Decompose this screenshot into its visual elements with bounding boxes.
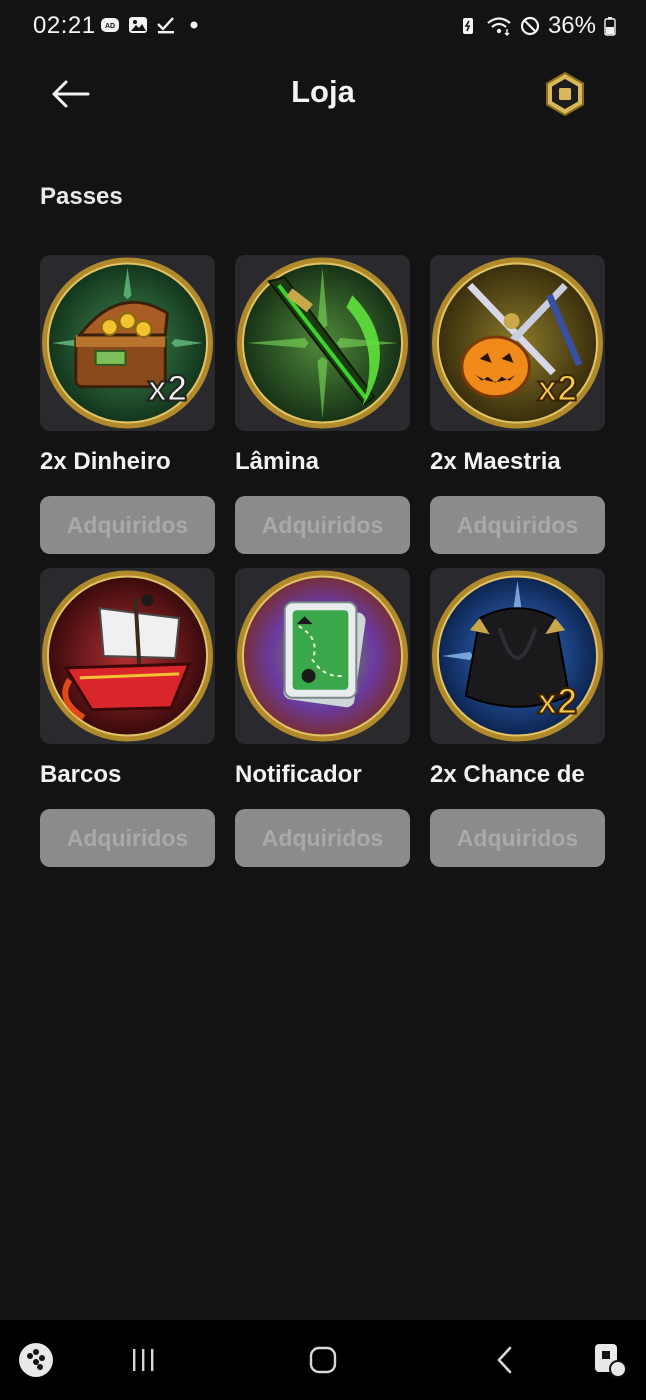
svg-text:x2: x2 — [537, 682, 577, 722]
pass-thumbnail[interactable] — [235, 568, 410, 744]
pass-thumbnail[interactable]: x2 — [40, 255, 215, 431]
recent-apps-icon — [133, 1349, 154, 1371]
svg-text:x2: x2 — [147, 369, 187, 409]
battery-saver-icon — [462, 18, 473, 34]
status-right-icons: 36% — [458, 12, 616, 40]
pass-thumbnail[interactable]: x2 — [430, 255, 605, 431]
pass-card: Notificador Adquiridos — [235, 568, 411, 867]
map-card-icon — [236, 570, 409, 742]
pass-card: Barcos Adquiridos — [40, 568, 216, 867]
svg-text:AD: AD — [105, 23, 115, 30]
gallery-icon — [129, 17, 147, 33]
pass-thumbnail[interactable]: x2 — [430, 568, 605, 744]
pass-name: Barcos — [40, 761, 122, 788]
black-cape-x2-icon: x2 — [431, 570, 604, 742]
status-time: 02:21 — [33, 12, 96, 39]
pass-name: 2x Chance de — [430, 761, 585, 788]
check-download-icon — [157, 17, 174, 34]
assistant-icon — [595, 1344, 627, 1378]
acquired-button[interactable]: Adquiridos — [430, 496, 605, 554]
roblox-shop-screen: 02:21 AD 36% Loja Passes x2 2x Dinheiro … — [0, 0, 646, 1400]
section-title: Passes — [40, 183, 123, 210]
pass-name: Lâmina — [235, 448, 320, 475]
robux-button[interactable] — [541, 70, 589, 118]
acquired-button[interactable]: Adquiridos — [40, 496, 215, 554]
pass-name: Notificador — [235, 761, 362, 788]
status-bar: 02:21 AD 36% — [0, 0, 646, 52]
svg-text:x2: x2 — [537, 369, 577, 409]
home-button[interactable] — [303, 1340, 343, 1380]
acquired-button[interactable]: Adquiridos — [40, 809, 215, 867]
status-left-icons: AD — [100, 15, 204, 35]
home-icon — [309, 1346, 337, 1374]
game-launcher-button[interactable] — [16, 1340, 56, 1380]
pass-thumbnail[interactable] — [40, 568, 215, 744]
pass-card: x2 2x Chance de Adquiridos — [430, 568, 606, 867]
treasure-chest-x2-icon: x2 — [41, 257, 214, 429]
dot-icon — [190, 21, 198, 29]
assistant-button[interactable] — [590, 1340, 630, 1380]
pirate-ship-icon — [41, 570, 214, 742]
pass-name: 2x Maestria — [430, 448, 561, 475]
recent-apps-button[interactable] — [123, 1340, 163, 1380]
pass-thumbnail[interactable] — [235, 255, 410, 431]
wifi-icon — [487, 17, 511, 36]
green-blade-icon — [236, 257, 409, 429]
back-nav-button[interactable] — [485, 1340, 525, 1380]
crossed-swords-pumpkin-x2-icon: x2 — [431, 257, 604, 429]
pass-name: 2x Dinheiro — [40, 448, 171, 475]
acquired-button[interactable]: Adquiridos — [235, 809, 410, 867]
acquired-button[interactable]: Adquiridos — [430, 809, 605, 867]
back-icon — [497, 1346, 512, 1374]
header: Loja — [0, 60, 646, 130]
do-not-disturb-icon — [520, 16, 540, 36]
battery-percent: 36% — [547, 12, 596, 39]
robux-icon — [546, 71, 584, 117]
game-launcher-icon — [19, 1343, 53, 1377]
system-nav-bar — [0, 1320, 646, 1400]
pass-card: Lâmina Adquiridos — [235, 255, 411, 554]
pass-card: x2 2x Maestria Adquiridos — [430, 255, 606, 554]
acquired-button[interactable]: Adquiridos — [235, 496, 410, 554]
ad-blocker-icon: AD — [101, 18, 119, 32]
battery-icon — [604, 17, 616, 36]
pass-card: x2 2x Dinheiro Adquiridos — [40, 255, 216, 554]
